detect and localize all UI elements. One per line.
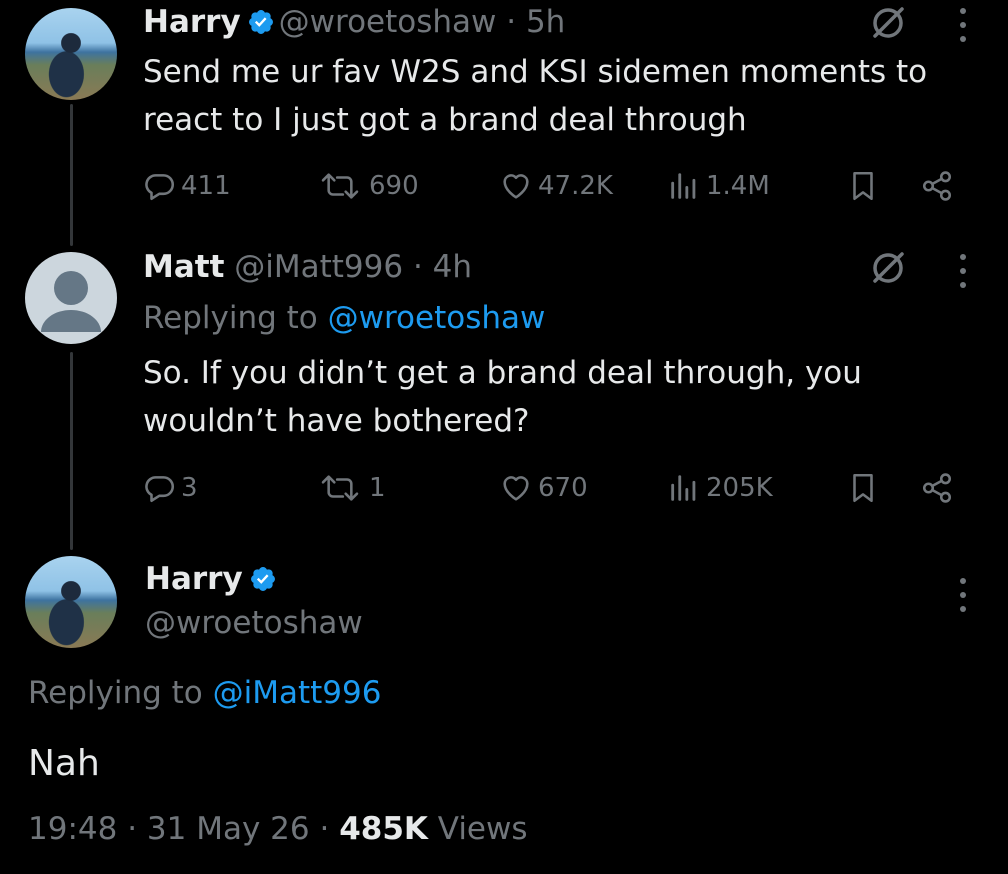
grok-icon[interactable] [868,248,908,288]
avatar[interactable] [25,252,117,344]
repost-button[interactable]: 690 [315,166,419,206]
handle[interactable]: @wroetoshaw [279,4,497,40]
analytics-icon [671,475,696,501]
views-count: 485K [339,811,428,847]
handle[interactable]: @wroetoshaw [145,604,363,642]
bookmark-icon [853,171,873,201]
avatar[interactable] [25,8,117,100]
display-name[interactable]: Harry [143,4,241,40]
views-button[interactable]: 205K [666,468,773,508]
tweet-text: So. If you didn’t get a brand deal throu… [143,355,862,439]
share-button[interactable] [917,468,957,508]
analytics-icon [671,173,696,199]
share-button[interactable] [917,166,957,206]
date[interactable]: 31 May 26 [147,811,310,847]
like-count: 47.2K [538,171,613,201]
more-options-icon[interactable] [959,578,967,612]
timestamp[interactable]: · 4h [413,249,472,285]
display-name-row: Harry [145,560,281,598]
heart-icon [503,476,529,501]
reply-button[interactable]: 411 [143,166,231,206]
reply-icon [145,174,175,201]
more-options-icon[interactable] [959,254,967,288]
tweet-meta: 19:48 · 31 May 26 · 485K Views [28,811,528,847]
view-count: 205K [706,473,773,503]
thread-line [70,352,73,550]
share-icon [922,473,952,503]
heart-icon [503,174,529,199]
display-name[interactable]: Harry [145,561,243,597]
bookmark-button[interactable] [846,468,880,508]
share-icon [922,171,952,201]
reply-count: 3 [181,473,198,503]
timestamp[interactable]: · 5h [506,4,565,40]
bookmark-icon [853,473,873,503]
tweet-actions: 411 690 47.2K 1.4M [143,166,963,206]
repost-count: 1 [369,473,386,503]
replying-to: Replying to @wroetoshaw [143,300,546,336]
grok-icon[interactable] [868,3,908,43]
replying-to: Replying to @iMatt996 [28,675,382,711]
verified-badge-icon [250,567,275,591]
like-count: 670 [538,473,588,503]
more-options-icon[interactable] [959,8,967,42]
time[interactable]: 19:48 [28,811,117,847]
views-label: Views [437,811,528,847]
thread-line [70,104,73,246]
like-button[interactable]: 670 [498,468,588,508]
repost-button[interactable]: 1 [315,468,386,508]
display-name[interactable]: Matt [143,249,224,285]
default-avatar-icon [41,271,101,332]
repost-icon [321,475,359,501]
reply-icon [145,476,175,503]
reply-button[interactable]: 3 [143,468,198,508]
bookmark-button[interactable] [846,166,880,206]
repost-count: 690 [369,171,419,201]
replying-to-handle[interactable]: @wroetoshaw [328,300,546,336]
handle[interactable]: @iMatt996 [234,249,403,285]
repost-icon [321,173,359,199]
like-button[interactable]: 47.2K [498,166,613,206]
verified-badge-icon [248,10,273,34]
reply-count: 411 [181,171,231,201]
tweet-text: Nah [28,743,100,784]
tweet-header: Matt @iMatt996 · 4h [143,248,472,286]
tweet-header: Harry @wroetoshaw · 5h [143,3,565,41]
avatar[interactable] [25,556,117,648]
view-count: 1.4M [706,171,770,201]
replying-to-handle[interactable]: @iMatt996 [213,675,382,711]
tweet-actions: 3 1 670 205K [143,468,963,508]
views-button[interactable]: 1.4M [666,166,770,206]
tweet-text: Send me ur fav W2S and KSI sidemen momen… [143,54,928,138]
